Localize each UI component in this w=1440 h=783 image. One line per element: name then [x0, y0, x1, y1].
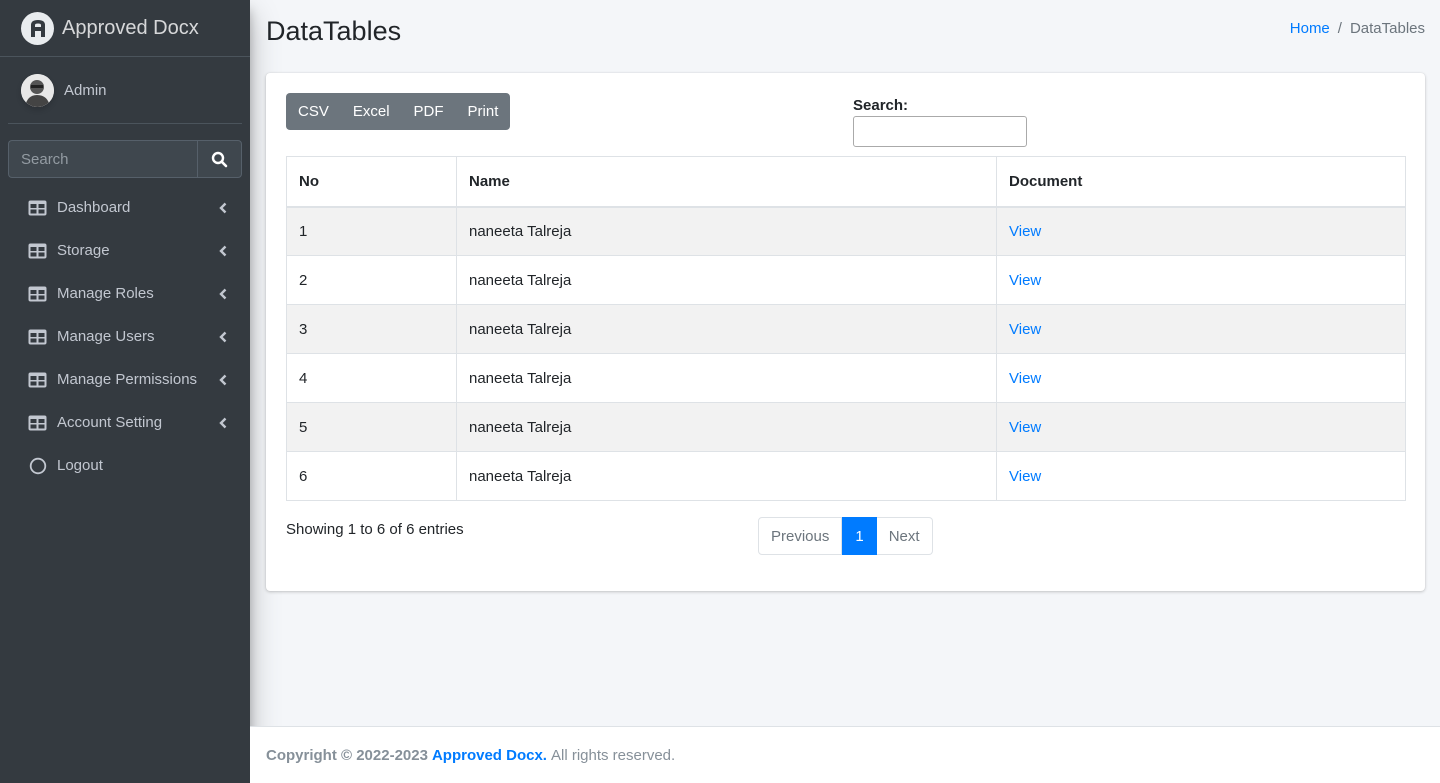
breadcrumb-separator: /	[1337, 20, 1342, 37]
table-row: 3 naneeta Talreja View	[286, 304, 1406, 354]
sidebar: Approved Docx Admin Dashboard	[0, 0, 250, 783]
cell-no: 3	[286, 304, 457, 354]
sidebar-item-label: Manage Permissions	[57, 371, 198, 388]
column-header-name[interactable]: Name	[456, 156, 997, 208]
view-document-link[interactable]: View	[1009, 223, 1041, 240]
sidebar-item-account-setting[interactable]: Account Setting	[0, 401, 250, 444]
table-icon	[28, 243, 47, 259]
sidebar-item-label: Manage Users	[57, 328, 155, 345]
cell-no: 4	[286, 353, 457, 403]
chevron-left-icon	[218, 374, 228, 386]
table-icon	[28, 200, 47, 216]
sidebar-item-manage-users[interactable]: Manage Users	[0, 315, 250, 358]
sidebar-item-storage[interactable]: Storage	[0, 229, 250, 272]
sidebar-item-label: Account Setting	[57, 414, 163, 431]
chevron-left-icon	[218, 245, 228, 257]
breadcrumb: Home / DataTables	[1290, 20, 1425, 37]
cell-name: naneeta Talreja	[456, 304, 997, 354]
footer-brand-link[interactable]: Approved Docx.	[432, 747, 547, 764]
cell-name: naneeta Talreja	[456, 353, 997, 403]
footer-rights: All rights reserved.	[550, 746, 676, 764]
cell-no: 5	[286, 402, 457, 452]
sidebar-item-dashboard[interactable]: Dashboard	[0, 186, 250, 229]
cell-no: 2	[286, 255, 457, 305]
sidebar-item-label: Manage Roles	[57, 285, 154, 302]
sidebar-nav: Dashboard Storage Manage Roles Manage Us…	[0, 186, 250, 487]
table-row: 6 naneeta Talreja View	[286, 451, 1406, 501]
table-row: 4 naneeta Talreja View	[286, 353, 1406, 403]
excel-button[interactable]: Excel	[341, 93, 402, 130]
print-button[interactable]: Print	[456, 93, 511, 130]
sidebar-item-manage-permissions[interactable]: Manage Permissions	[0, 358, 250, 401]
cell-document: View	[996, 255, 1406, 305]
column-header-no[interactable]: No	[286, 156, 457, 208]
footer: Copyright © 2022-2023 Approved Docx. All…	[250, 726, 1440, 783]
sidebar-search-input[interactable]	[8, 140, 197, 178]
user-panel[interactable]: Admin	[8, 57, 242, 124]
table-search-input[interactable]	[853, 116, 1027, 147]
sidebar-search	[8, 140, 242, 178]
pagination-previous[interactable]: Previous	[758, 517, 843, 555]
brand-logo-icon	[21, 11, 54, 45]
cell-document: View	[996, 206, 1406, 256]
pdf-button[interactable]: PDF	[402, 93, 456, 130]
csv-button[interactable]: CSV	[286, 93, 341, 130]
pagination: Previous 1 Next	[758, 517, 933, 555]
column-header-document[interactable]: Document	[996, 156, 1406, 208]
breadcrumb-home-link[interactable]: Home	[1290, 20, 1330, 37]
table-row: 2 naneeta Talreja View	[286, 255, 1406, 305]
cell-no: 1	[286, 206, 457, 256]
cell-no: 6	[286, 451, 457, 501]
search-icon	[211, 151, 228, 167]
view-document-link[interactable]: View	[1009, 321, 1041, 338]
sidebar-item-label: Dashboard	[57, 199, 131, 216]
chevron-left-icon	[218, 202, 228, 214]
chevron-left-icon	[218, 288, 228, 300]
pagination-next[interactable]: Next	[876, 517, 933, 555]
table-search: Search:	[853, 97, 1027, 147]
user-avatar	[21, 73, 54, 107]
table-icon	[28, 286, 47, 302]
search-label: Search:	[853, 97, 909, 114]
user-name: Admin	[64, 81, 107, 99]
cell-name: naneeta Talreja	[456, 206, 997, 256]
breadcrumb-current: DataTables	[1349, 20, 1425, 37]
cell-document: View	[996, 304, 1406, 354]
sidebar-item-label: Storage	[57, 242, 110, 259]
view-document-link[interactable]: View	[1009, 419, 1041, 436]
table-info: Showing 1 to 6 of 6 entries	[286, 521, 464, 538]
footer-copyright: Copyright © 2022-2023	[266, 746, 428, 764]
chevron-left-icon	[218, 417, 228, 429]
brand-link[interactable]: Approved Docx	[0, 0, 250, 57]
table-icon	[28, 415, 47, 431]
cell-name: naneeta Talreja	[456, 402, 997, 452]
sidebar-item-manage-roles[interactable]: Manage Roles	[0, 272, 250, 315]
page-title: DataTables	[266, 16, 402, 46]
circle-icon	[28, 457, 47, 474]
data-table: No Name Document 1 naneeta Talreja View …	[286, 156, 1406, 501]
view-document-link[interactable]: View	[1009, 468, 1041, 485]
chevron-left-icon	[218, 331, 228, 343]
cell-document: View	[996, 451, 1406, 501]
cell-name: naneeta Talreja	[456, 451, 997, 501]
brand-name: Approved Docx	[62, 16, 199, 39]
view-document-link[interactable]: View	[1009, 370, 1041, 387]
sidebar-item-logout[interactable]: Logout	[0, 444, 250, 487]
export-button-group: CSV Excel PDF Print	[286, 93, 511, 130]
cell-document: View	[996, 353, 1406, 403]
table-row: 5 naneeta Talreja View	[286, 402, 1406, 452]
table-icon	[28, 329, 47, 345]
datatable-card: CSV Excel PDF Print Search: No Name Docu…	[266, 73, 1425, 591]
table-icon	[28, 372, 47, 388]
pagination-page-1[interactable]: 1	[842, 517, 877, 555]
sidebar-search-button[interactable]	[197, 140, 242, 178]
view-document-link[interactable]: View	[1009, 272, 1041, 289]
sidebar-item-label: Logout	[57, 457, 103, 474]
table-header-row: No Name Document	[286, 156, 1406, 208]
content-wrapper: DataTables Home / DataTables CSV Excel P…	[250, 0, 1440, 726]
cell-document: View	[996, 402, 1406, 452]
cell-name: naneeta Talreja	[456, 255, 997, 305]
table-row: 1 naneeta Talreja View	[286, 206, 1406, 256]
